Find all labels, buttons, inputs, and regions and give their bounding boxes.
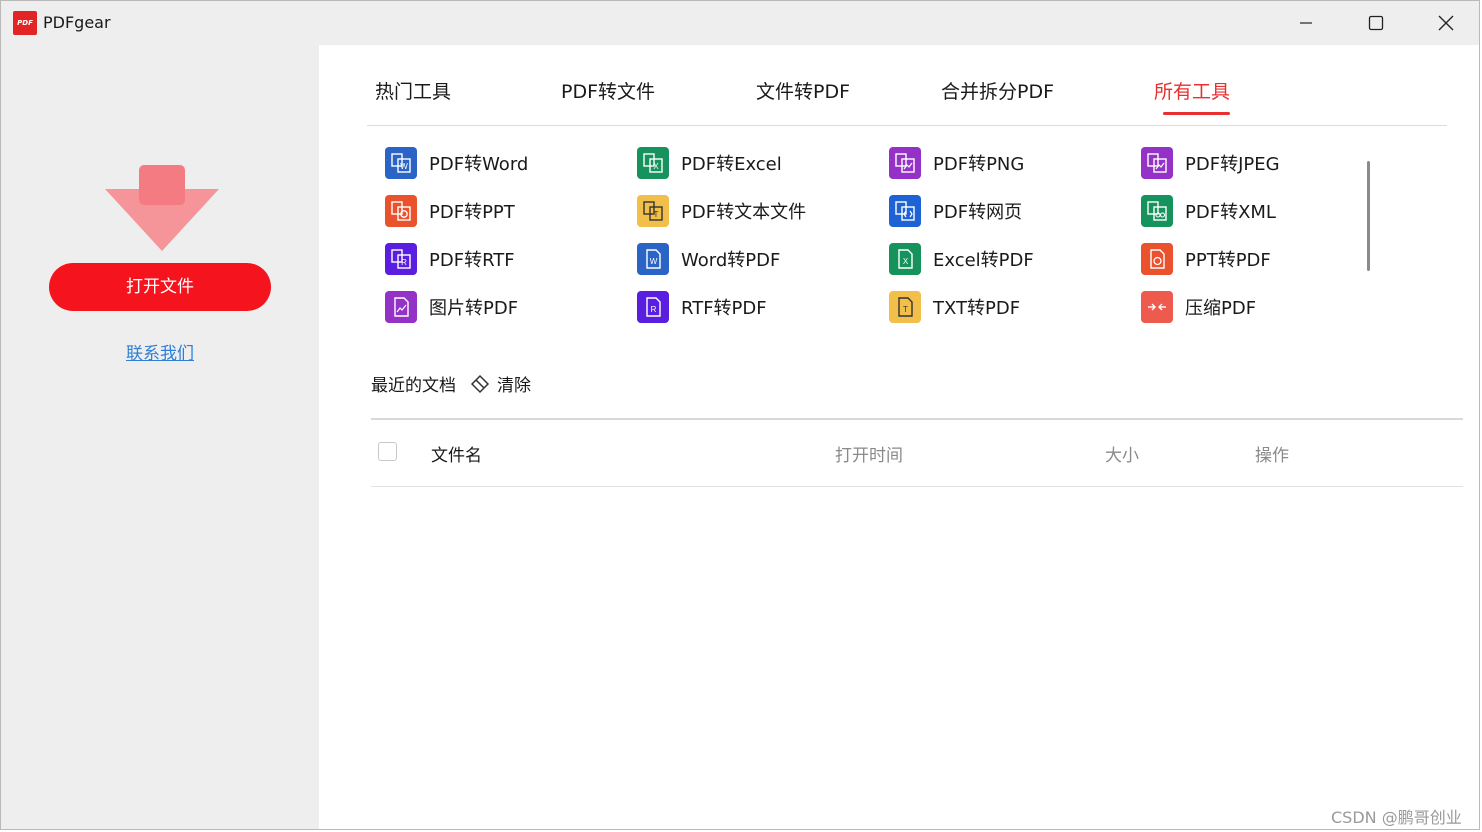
tool-label: Excel转PDF [933, 250, 1034, 271]
tool-excel-to-pdf[interactable]: X Excel转PDF [889, 242, 1034, 276]
tool-label: TXT转PDF [933, 298, 1021, 319]
sidebar: 打开文件 联系我们 [1, 45, 319, 829]
image-convert-icon [889, 147, 921, 179]
tool-label: RTF转PDF [681, 298, 767, 319]
column-header-size[interactable]: 大小 [1105, 441, 1139, 466]
open-file-button[interactable]: 打开文件 [49, 263, 271, 311]
tool-pdf-to-html[interactable]: PDF转网页 [889, 194, 1022, 228]
tool-txt-to-pdf[interactable]: T TXT转PDF [889, 290, 1020, 324]
word-to-pdf-icon: W [637, 243, 669, 275]
recent-documents-title: 最近的文档 [371, 376, 456, 396]
eraser-icon [470, 374, 490, 394]
html-convert-icon [889, 195, 921, 227]
svg-text:X: X [653, 162, 659, 171]
tab-all-tools[interactable]: 所有工具 [1154, 77, 1230, 104]
tool-pdf-to-png[interactable]: PDF转PNG [889, 146, 1024, 180]
select-all-checkbox[interactable] [378, 442, 397, 461]
tool-label: PDF转网页 [933, 202, 1023, 223]
clear-recent-button[interactable]: 清除 [469, 369, 531, 397]
svg-text:T: T [903, 305, 908, 314]
ppt-to-pdf-icon [1141, 243, 1173, 275]
table-header-divider [371, 486, 1463, 487]
text-convert-icon: T [637, 195, 669, 227]
window-title: PDFgear [43, 13, 111, 32]
watermark-text: CSDN @鹏哥创业 [1331, 808, 1462, 827]
tool-word-to-pdf[interactable]: W Word转PDF [637, 242, 780, 276]
rtf-convert-icon: R [385, 243, 417, 275]
rtf-to-pdf-icon: R [637, 291, 669, 323]
tool-pdf-to-jpeg[interactable]: PDF转JPEG [1141, 146, 1280, 180]
svg-text:R: R [651, 305, 657, 314]
pdfgear-logo-icon: PDF [13, 11, 37, 35]
tab-merge-split-pdf[interactable]: 合并拆分PDF [941, 77, 1054, 104]
excel-to-pdf-icon: X [889, 243, 921, 275]
close-icon [1438, 15, 1454, 31]
svg-text:R: R [401, 258, 407, 267]
svg-text:W: W [400, 162, 408, 171]
tool-compress-pdf[interactable]: 压缩PDF [1141, 290, 1256, 324]
maximize-icon [1368, 15, 1384, 31]
tool-pdf-to-text[interactable]: T PDF转文本文件 [637, 194, 806, 228]
tab-pdf-to-file[interactable]: PDF转文件 [561, 77, 655, 104]
close-button[interactable] [1411, 1, 1479, 45]
tool-category-tabs: 热门工具 PDF转文件 文件转PDF 合并拆分PDF 所有工具 [367, 73, 1447, 126]
tool-label: PDF转文本文件 [681, 202, 807, 223]
tool-label: PDF转RTF [429, 250, 515, 271]
clear-label: 清除 [497, 375, 531, 396]
tool-label: PDF转JPEG [1185, 154, 1280, 175]
svg-text:T: T [654, 210, 659, 219]
column-header-open-time[interactable]: 打开时间 [835, 441, 903, 466]
excel-convert-icon: X [637, 147, 669, 179]
svg-text:W: W [650, 257, 658, 266]
word-convert-icon: W [385, 147, 417, 179]
minimize-icon [1300, 22, 1312, 24]
tool-label: PDF转Word [429, 154, 529, 175]
contact-us-link[interactable]: 联系我们 [1, 339, 319, 364]
ppt-convert-icon [385, 195, 417, 227]
tool-label: PDF转Excel [681, 154, 782, 175]
tool-ppt-to-pdf[interactable]: PPT转PDF [1141, 242, 1271, 276]
column-header-filename[interactable]: 文件名 [431, 441, 482, 466]
active-tab-indicator [1163, 112, 1230, 115]
tool-pdf-to-rtf[interactable]: R PDF转RTF [385, 242, 515, 276]
tool-label: PPT转PDF [1185, 250, 1271, 271]
tool-label: Word转PDF [681, 250, 781, 271]
tab-popular-tools[interactable]: 热门工具 [375, 77, 451, 104]
image-convert-icon [1141, 147, 1173, 179]
tool-label: 压缩PDF [1185, 298, 1257, 319]
tool-pdf-to-word[interactable]: W PDF转Word [385, 146, 528, 180]
tool-pdf-to-xml[interactable]: PDF转XML [1141, 194, 1276, 228]
tool-label: PDF转XML [1185, 202, 1276, 223]
tool-rtf-to-pdf[interactable]: R RTF转PDF [637, 290, 767, 324]
tool-pdf-to-ppt[interactable]: PDF转PPT [385, 194, 515, 228]
compress-icon [1141, 291, 1173, 323]
txt-to-pdf-icon: T [889, 291, 921, 323]
tools-scrollbar[interactable] [1367, 161, 1370, 271]
xml-convert-icon [1141, 195, 1173, 227]
tool-label: PDF转PNG [933, 154, 1025, 175]
app-window: PDF PDFgear 打开文件 联系我们 热门工具 PDF转文件 文件转PDF… [0, 0, 1480, 830]
column-header-action: 操作 [1255, 446, 1289, 466]
minimize-button[interactable] [1271, 1, 1341, 45]
tool-label: 图片转PDF [429, 298, 519, 319]
svg-text:X: X [903, 257, 909, 266]
image-to-pdf-icon [385, 291, 417, 323]
tool-pdf-to-excel[interactable]: X PDF转Excel [637, 146, 782, 180]
drop-file-arrow-icon [105, 165, 219, 251]
table-top-divider [371, 418, 1463, 420]
title-bar: PDF PDFgear [1, 1, 1479, 45]
tool-label: PDF转PPT [429, 202, 515, 223]
tab-file-to-pdf[interactable]: 文件转PDF [756, 77, 850, 104]
maximize-button[interactable] [1341, 1, 1411, 45]
tool-image-to-pdf[interactable]: 图片转PDF [385, 290, 518, 324]
